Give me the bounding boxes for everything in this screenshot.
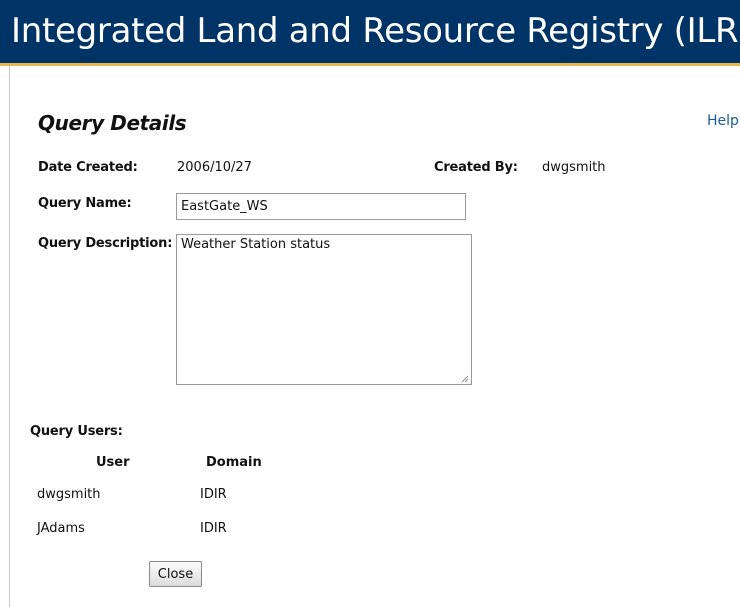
query-name-input[interactable] (176, 193, 466, 220)
app-banner: Integrated Land and Resource Registry (I… (0, 0, 740, 66)
query-description-textarea[interactable]: Weather Station status (176, 234, 472, 385)
close-button[interactable]: Close (149, 561, 202, 587)
query-users-label: Query Users: (30, 424, 123, 439)
column-header-domain: Domain (206, 455, 262, 470)
user-cell: dwgsmith (37, 487, 101, 502)
resize-grip-icon[interactable] (460, 374, 469, 383)
date-created-label: Date Created: (38, 160, 138, 175)
created-by-value: dwgsmith (542, 160, 606, 175)
user-cell: JAdams (37, 521, 85, 536)
query-name-label: Query Name: (38, 196, 132, 211)
help-link[interactable]: Help (707, 113, 739, 129)
page-title: Query Details (38, 111, 187, 135)
domain-cell: IDIR (200, 487, 227, 502)
date-created-value: 2006/10/27 (177, 160, 252, 175)
query-description-label: Query Description: (38, 236, 173, 251)
column-header-user: User (96, 455, 130, 470)
domain-cell: IDIR (200, 521, 227, 536)
created-by-label: Created By: (434, 160, 518, 175)
app-title: Integrated Land and Resource Registry (I… (11, 11, 740, 51)
